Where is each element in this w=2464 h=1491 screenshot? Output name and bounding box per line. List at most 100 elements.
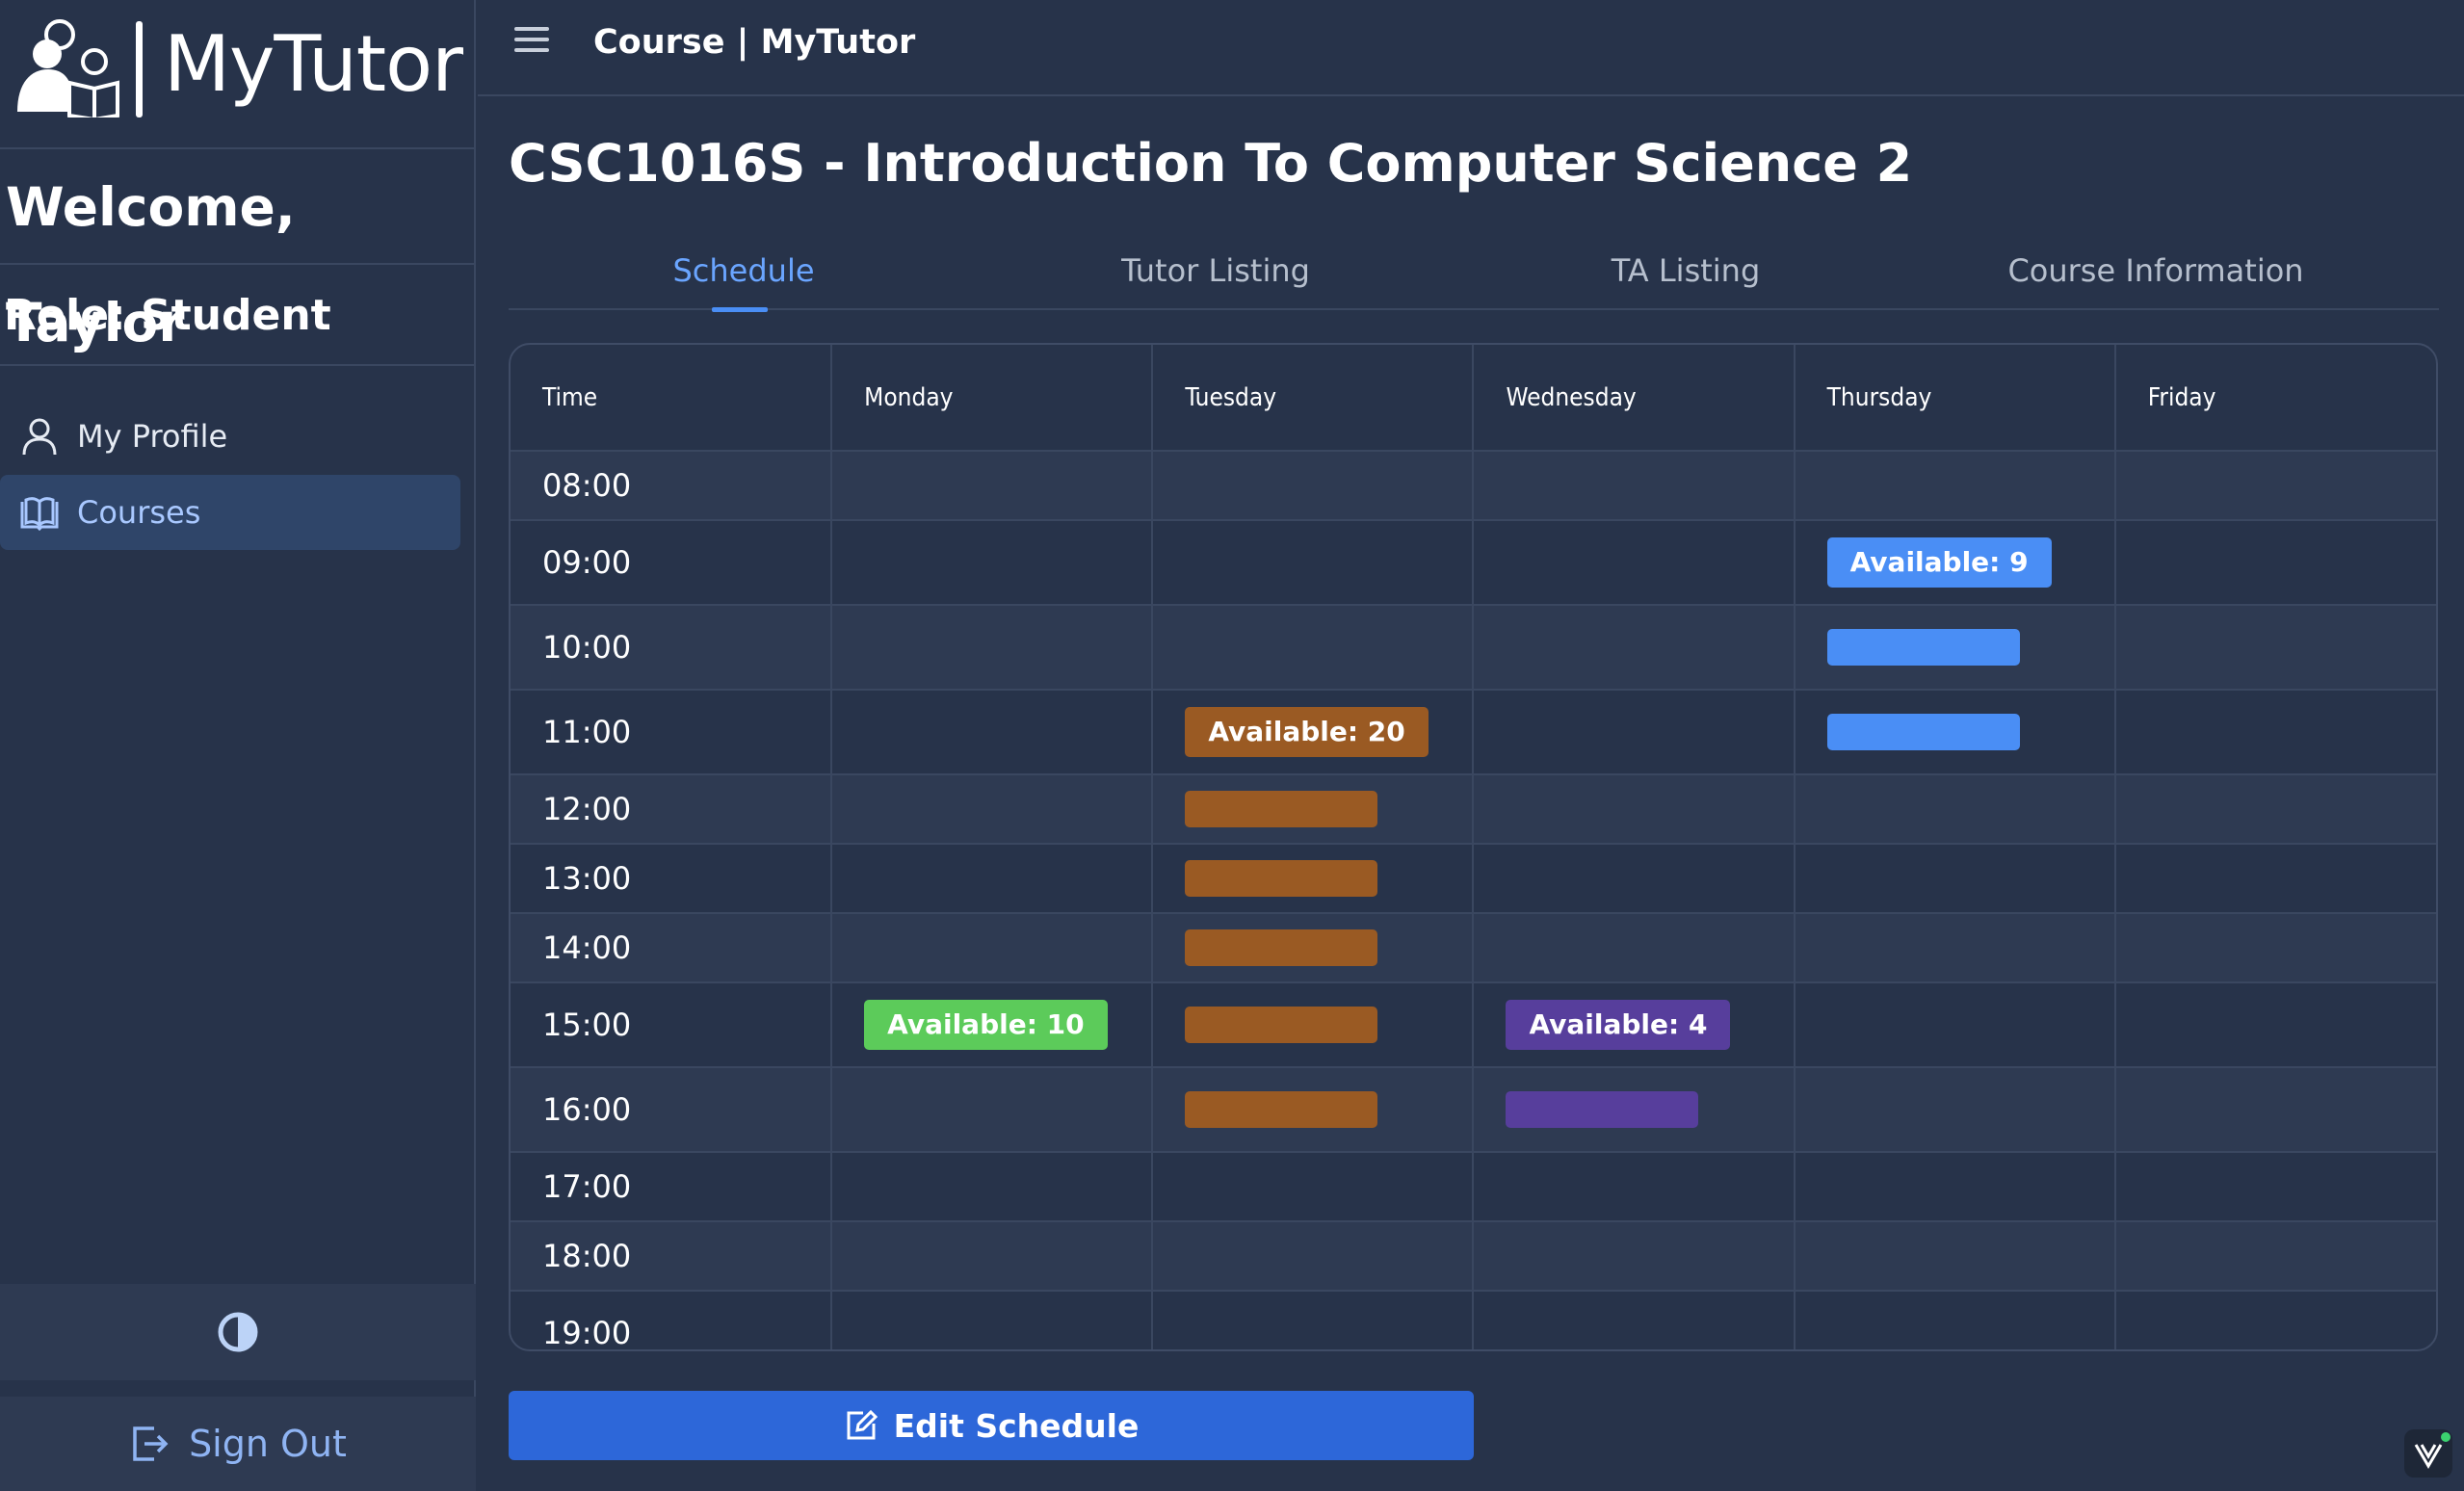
schedule-cell[interactable] xyxy=(2115,1291,2436,1349)
schedule-cell[interactable]: Available: 20 xyxy=(1152,690,1475,775)
schedule-cell[interactable] xyxy=(1473,844,1796,914)
time-cell: 14:00 xyxy=(511,913,833,983)
schedule-cell[interactable] xyxy=(1473,1291,1796,1349)
schedule-cell[interactable] xyxy=(831,1067,1154,1153)
availability-badge[interactable]: Available: 10 xyxy=(864,1000,1108,1050)
schedule-cell[interactable] xyxy=(831,774,1154,845)
sidebar: MyTutor Welcome, Taylor Role: Student My… xyxy=(0,0,476,1491)
menu-icon[interactable] xyxy=(514,27,549,56)
edit-schedule-button[interactable]: Edit Schedule xyxy=(509,1391,1474,1460)
schedule-cell[interactable] xyxy=(1794,844,2116,914)
schedule-cell[interactable] xyxy=(1794,605,2116,691)
time-cell: 17:00 xyxy=(511,1152,833,1222)
sign-out-icon xyxy=(133,1426,169,1461)
schedule-cell[interactable] xyxy=(2114,913,2436,983)
availability-block[interactable] xyxy=(1826,714,2020,750)
schedule-cell[interactable] xyxy=(1152,982,1475,1068)
schedule-cell[interactable] xyxy=(2114,520,2436,606)
schedule-cell[interactable] xyxy=(1473,1067,1796,1153)
schedule-cell[interactable] xyxy=(831,844,1154,914)
schedule-cell[interactable] xyxy=(1794,1221,2116,1292)
schedule-cell[interactable] xyxy=(1473,690,1796,775)
schedule-cell[interactable] xyxy=(831,605,1154,691)
course-tabs: Schedule Tutor Listing TA Listing Course… xyxy=(509,241,2439,312)
schedule-cell[interactable] xyxy=(1473,605,1796,691)
extension-icon[interactable] xyxy=(2404,1429,2452,1478)
schedule-cell[interactable] xyxy=(1794,451,2116,521)
schedule-cell[interactable] xyxy=(2114,1221,2436,1292)
availability-block[interactable] xyxy=(1185,791,1378,827)
schedule-cell[interactable] xyxy=(1473,451,1796,521)
schedule-cell[interactable]: Available: 4 xyxy=(1473,982,1796,1068)
tab-tutor-listing[interactable]: Tutor Listing xyxy=(981,241,1451,310)
sidebar-item-courses[interactable]: Courses xyxy=(0,475,460,550)
theme-toggle-button[interactable] xyxy=(0,1284,476,1380)
schedule-cell[interactable] xyxy=(1152,1221,1475,1292)
schedule-cell[interactable] xyxy=(1794,774,2116,845)
time-cell: 19:00 xyxy=(511,1291,833,1349)
schedule-cell[interactable] xyxy=(2114,451,2436,521)
schedule-cell[interactable] xyxy=(1794,913,2116,983)
schedule-cell[interactable] xyxy=(1473,1221,1796,1292)
schedule-cell[interactable] xyxy=(2114,1152,2436,1222)
schedule-cell[interactable] xyxy=(1473,520,1796,606)
sign-out-label: Sign Out xyxy=(189,1423,347,1465)
schedule-cell[interactable] xyxy=(831,1221,1154,1292)
schedule-cell[interactable] xyxy=(831,1291,1154,1349)
schedule-cell[interactable] xyxy=(2114,690,2436,775)
schedule-cell[interactable] xyxy=(831,451,1154,521)
schedule-cell[interactable] xyxy=(1152,913,1475,983)
column-header: Monday xyxy=(831,345,1154,452)
schedule-cell[interactable] xyxy=(831,690,1154,775)
availability-badge[interactable]: Available: 20 xyxy=(1185,707,1429,757)
schedule-cell[interactable] xyxy=(1152,844,1475,914)
availability-block[interactable] xyxy=(1185,1091,1378,1128)
time-cell: 15:00 xyxy=(511,982,833,1068)
schedule-cell[interactable] xyxy=(1152,605,1475,691)
table-row: 09:00 Available: 9 xyxy=(511,520,2436,606)
tab-ta-listing[interactable]: TA Listing xyxy=(1451,241,1921,310)
table-row: 08:00 xyxy=(511,451,2436,521)
schedule-cell[interactable] xyxy=(1794,982,2116,1068)
page-title: CSC1016S - Introduction To Computer Scie… xyxy=(509,133,1913,194)
schedule-cell[interactable] xyxy=(1152,451,1475,521)
schedule-cell[interactable] xyxy=(831,520,1154,606)
schedule-cell[interactable] xyxy=(1152,1291,1475,1349)
availability-badge[interactable]: Available: 4 xyxy=(1506,1000,1731,1050)
schedule-cell[interactable] xyxy=(1152,774,1475,845)
column-header: Thursday xyxy=(1794,345,2116,452)
schedule-cell[interactable] xyxy=(2114,605,2436,691)
schedule-cell[interactable] xyxy=(2114,982,2436,1068)
availability-block[interactable] xyxy=(1185,1007,1378,1043)
schedule-cell[interactable] xyxy=(1473,913,1796,983)
sign-out-button[interactable]: Sign Out xyxy=(0,1397,476,1491)
schedule-cell[interactable] xyxy=(1152,1152,1475,1222)
availability-badge[interactable]: Available: 9 xyxy=(1826,537,2052,588)
schedule-cell[interactable] xyxy=(2114,1067,2436,1153)
availability-block[interactable] xyxy=(1826,629,2020,666)
schedule-cell[interactable] xyxy=(831,913,1154,983)
schedule-cell[interactable]: Available: 10 xyxy=(831,982,1154,1068)
schedule-cell[interactable] xyxy=(1152,520,1475,606)
schedule-cell[interactable] xyxy=(1152,1067,1475,1153)
schedule-cell[interactable] xyxy=(1794,1291,2116,1349)
schedule-cell[interactable] xyxy=(1794,690,2116,775)
time-cell: 11:00 xyxy=(511,690,833,775)
availability-block[interactable] xyxy=(1185,860,1378,897)
schedule-cell[interactable] xyxy=(2114,844,2436,914)
tab-course-information[interactable]: Course Information xyxy=(1921,241,2391,310)
schedule-cell[interactable] xyxy=(831,1152,1154,1222)
availability-block[interactable] xyxy=(1185,929,1378,966)
schedule-cell[interactable] xyxy=(1794,1152,2116,1222)
sidebar-item-label: Courses xyxy=(77,494,201,531)
schedule-cell[interactable] xyxy=(2114,774,2436,845)
schedule-cell[interactable] xyxy=(1473,774,1796,845)
time-cell: 18:00 xyxy=(511,1221,833,1292)
schedule-grid: Time Monday Tuesday Wednesday Thursday F… xyxy=(511,345,2436,1349)
schedule-cell[interactable] xyxy=(1473,1152,1796,1222)
schedule-cell[interactable] xyxy=(1794,1067,2116,1153)
availability-block[interactable] xyxy=(1506,1091,1699,1128)
sidebar-item-my-profile[interactable]: My Profile xyxy=(0,399,460,474)
schedule-cell[interactable]: Available: 9 xyxy=(1794,520,2116,606)
tab-schedule[interactable]: Schedule xyxy=(509,241,979,312)
